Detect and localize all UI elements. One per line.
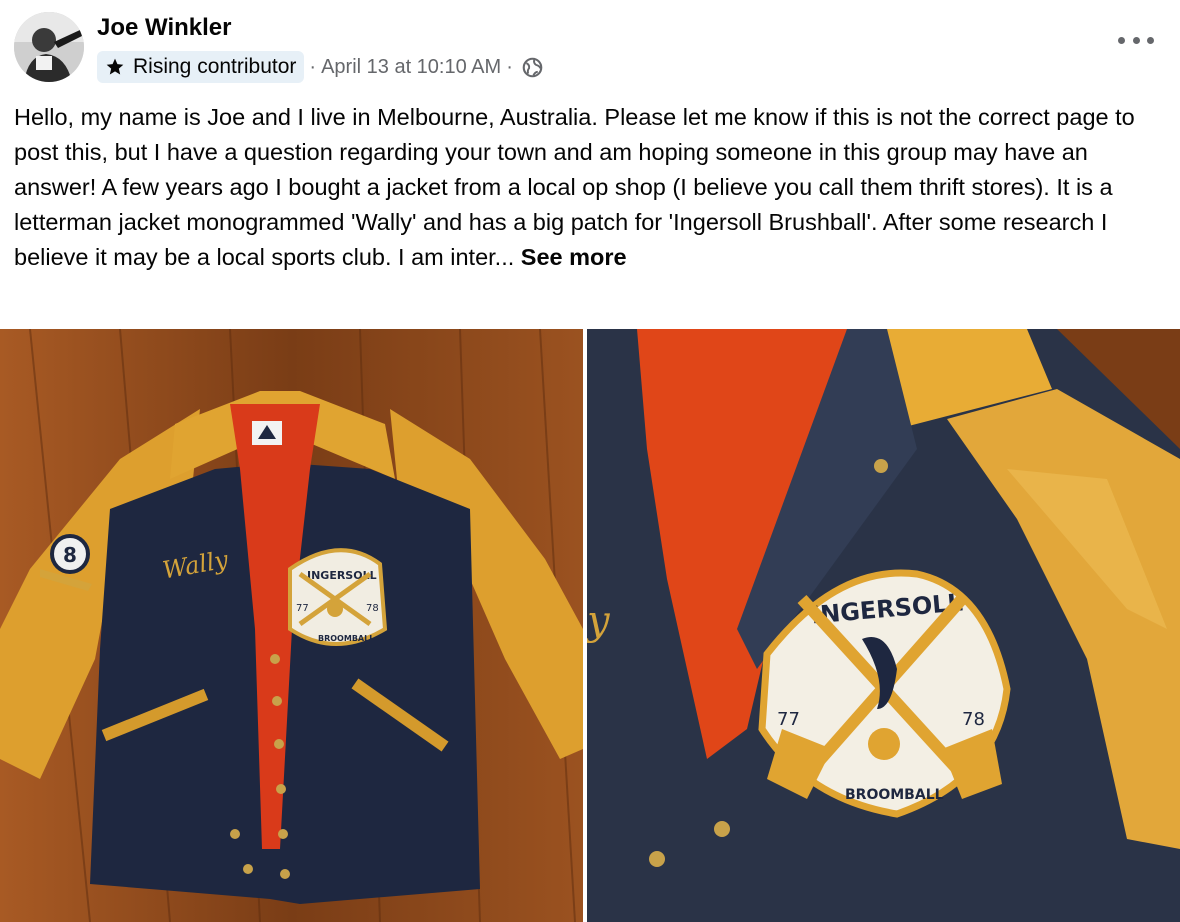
avatar-photo [14, 12, 84, 82]
closeup-patch-right-text: 78 [962, 709, 985, 730]
patch-bottom-text: BROOMBALL [318, 634, 374, 643]
svg-text:y: y [587, 598, 611, 644]
post-body: Hello, my name is Joe and I live in Melb… [14, 100, 1164, 275]
photo-jacket-patch-closeup[interactable]: y INGERSOLL 77 78 BROOMBALL [587, 329, 1180, 922]
facebook-post: Joe Winkler Rising contributor · April 1… [0, 0, 1180, 922]
post-timestamp[interactable]: April 13 at 10:10 AM [321, 56, 501, 79]
meta-separator: · [309, 55, 317, 78]
jacket-closeup-image: y INGERSOLL 77 78 BROOMBALL [587, 329, 1180, 922]
author-name[interactable]: Joe Winkler [97, 14, 232, 42]
badge-label: Rising contributor [133, 55, 297, 78]
contributor-badge[interactable]: Rising contributor [97, 51, 305, 83]
closeup-patch-bottom-text: BROOMBALL [845, 787, 944, 803]
photo-jacket-full[interactable]: Wally 8 INGERSOLL 77 78 BROOMBALL [0, 329, 583, 922]
chest-patch: INGERSOLL 77 78 BROOMBALL [288, 548, 388, 646]
star-icon [106, 58, 124, 75]
jacket-full-image: Wally 8 INGERSOLL 77 78 BROOMBALL [0, 329, 583, 922]
see-more-link[interactable]: See more [521, 244, 627, 270]
meta-separator: · [506, 55, 513, 78]
patch-right-text: 78 [366, 603, 379, 614]
more-options-icon[interactable] [1118, 28, 1154, 52]
globe-icon[interactable] [522, 57, 543, 78]
avatar[interactable] [14, 12, 84, 82]
post-meta: Rising contributor · April 13 at 10:10 A… [97, 50, 543, 84]
sleeve-patch-number: 8 [63, 543, 77, 567]
patch-left-text: 77 [296, 603, 309, 614]
closeup-patch-left-text: 77 [777, 709, 800, 730]
